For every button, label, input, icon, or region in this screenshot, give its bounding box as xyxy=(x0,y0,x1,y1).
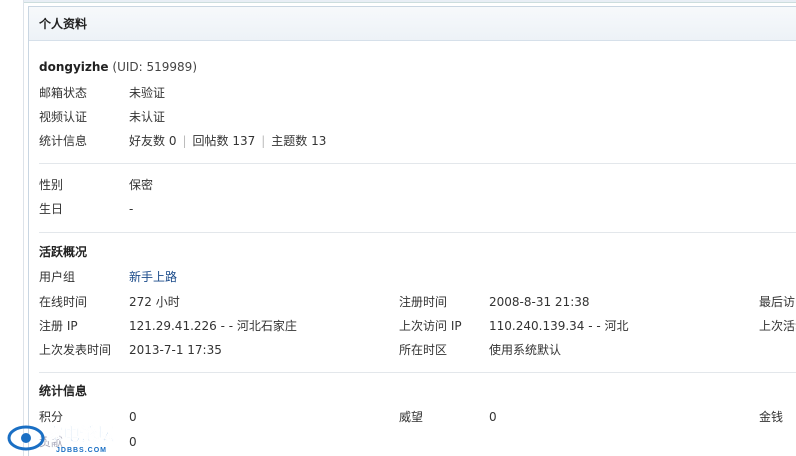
gender-label: 性别 xyxy=(39,178,64,192)
user-line: dongyizhe (UID: 519989) xyxy=(39,57,197,77)
email-status-label: 邮箱状态 xyxy=(39,86,88,100)
threads-count-link[interactable]: 主题数 13 xyxy=(271,134,326,148)
credits-section-title-row: 统计信息 xyxy=(39,381,87,401)
prestige-value: 0 xyxy=(489,410,497,424)
panel-title: 个人资料 xyxy=(29,7,796,41)
profile-panel: 个人资料 dongyizhe (UID: 519989) 邮箱状态 未验证 视频… xyxy=(28,6,796,456)
email-status-value: 未验证 xyxy=(129,86,166,100)
separator: | xyxy=(261,134,266,148)
gender-value: 保密 xyxy=(129,178,154,192)
timezone-value: 使用系统默认 xyxy=(489,343,562,357)
last-ip-value: 110.240.139.34 - - 河北 xyxy=(489,319,629,333)
birthday-label: 生日 xyxy=(39,202,64,216)
last-visit-label: 最后访问 xyxy=(759,295,796,309)
forum-watermark-logo: 家电论坛 JDBBS.COM xyxy=(7,424,114,454)
activity-section-title-row: 活跃概况 xyxy=(39,242,87,262)
top-strip xyxy=(0,0,796,3)
logo-domain: JDBBS.COM xyxy=(56,447,107,454)
left-strip xyxy=(0,0,24,456)
video-auth-value: 未认证 xyxy=(129,110,166,124)
stats-values: 好友数 0 | 回帖数 137 | 主题数 13 xyxy=(129,131,326,151)
friends-count-link[interactable]: 好友数 0 xyxy=(129,134,176,148)
section-divider xyxy=(39,372,796,373)
section-divider xyxy=(39,232,796,233)
last-post-label: 上次发表时间 xyxy=(39,343,112,357)
online-time-value: 272 小时 xyxy=(129,295,180,309)
user-group-link[interactable]: 新手上路 xyxy=(129,267,177,287)
logo-name: 家电论坛 xyxy=(46,424,114,444)
separator: | xyxy=(182,134,187,148)
last-active-label: 上次活动 xyxy=(759,319,796,333)
logo-dot-icon xyxy=(21,433,31,443)
reg-time-value: 2008-8-31 21:38 xyxy=(489,295,590,309)
video-auth-label: 视频认证 xyxy=(39,110,88,124)
money-label: 金钱 xyxy=(759,410,784,424)
username: dongyizhe xyxy=(39,60,109,74)
reg-time-label: 注册时间 xyxy=(399,295,448,309)
online-time-label: 在线时间 xyxy=(39,295,88,309)
section-divider xyxy=(39,163,796,164)
replies-count-link[interactable]: 回帖数 137 xyxy=(193,134,256,148)
stats-label: 统计信息 xyxy=(39,134,88,148)
birthday-value: - xyxy=(129,202,134,216)
timezone-label: 所在时区 xyxy=(399,343,448,357)
last-post-value: 2013-7-1 17:35 xyxy=(129,343,222,357)
user-group-label: 用户组 xyxy=(39,270,76,284)
reg-ip-value: 121.29.41.226 - - 河北石家庄 xyxy=(129,319,297,333)
last-ip-label: 上次访问 IP xyxy=(399,319,462,333)
reg-ip-label: 注册 IP xyxy=(39,319,78,333)
user-uid: (UID: 519989) xyxy=(112,60,197,74)
credits-section-title: 统计信息 xyxy=(39,384,88,398)
activity-section-title: 活跃概况 xyxy=(39,245,88,259)
prestige-label: 威望 xyxy=(399,410,424,424)
